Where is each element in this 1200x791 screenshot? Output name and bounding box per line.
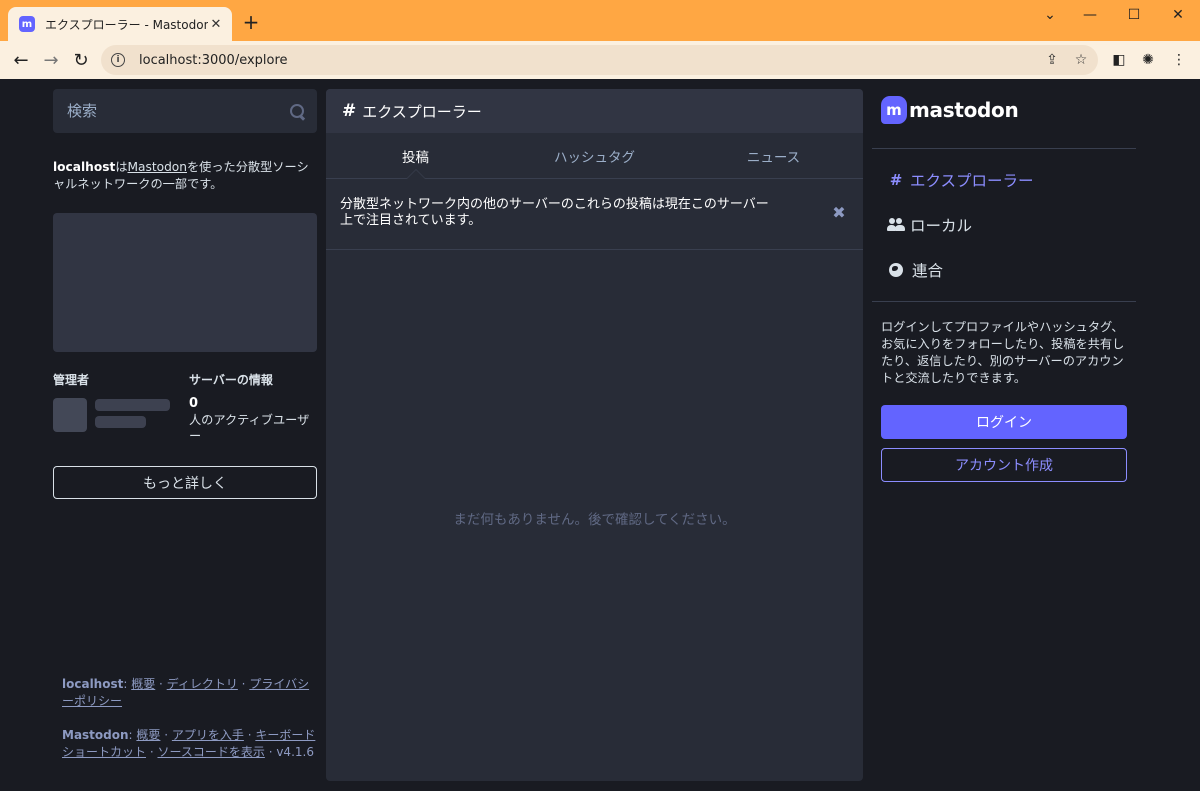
nav-federated[interactable]: 連合 <box>887 259 943 281</box>
mastodon-favicon-icon: m <box>19 16 35 32</box>
signup-prompt: ログインしてプロファイルやハッシュタグ、お気に入りをフォローしたり、投稿を共有し… <box>881 320 1125 385</box>
logo-text: mastodon <box>909 98 1019 122</box>
browser-tab-strip: m エクスプローラー - Mastodon ✕ + ⌄ — ☐ ✕ <box>0 0 1200 41</box>
new-tab-button[interactable]: + <box>240 11 262 33</box>
explore-tabs: 投稿 ハッシュタグ ニュース <box>326 133 863 179</box>
server-name: localhost <box>53 160 116 174</box>
users-icon <box>887 218 905 232</box>
server-about: localhostはMastodonを使った分散型ソーシャルネットワークの一部で… <box>53 159 319 193</box>
bookmark-star-icon[interactable]: ☆ <box>1072 52 1090 68</box>
admin-heading: 管理者 <box>53 373 90 387</box>
tab-posts[interactable]: 投稿 <box>326 133 505 179</box>
browser-menu-icon[interactable]: ⋮ <box>1170 51 1188 69</box>
mastodon-page: localhostはMastodonを使った分散型ソーシャルネットワークの一部で… <box>0 79 1200 791</box>
hash-icon: # <box>342 101 357 121</box>
footer-version: v4.1.6 <box>276 745 314 759</box>
dismiss-notice-icon[interactable]: ✖ <box>832 203 846 222</box>
notice-text: 分散型ネットワーク内の他のサーバーのこれらの投稿は現在このサーバー上で注目されて… <box>340 197 769 228</box>
search-box[interactable] <box>53 89 317 133</box>
globe-icon <box>889 263 903 277</box>
footer-source-link[interactable]: ソースコードを表示 <box>157 745 264 759</box>
address-bar[interactable]: i localhost:3000/explore ⇪ ☆ <box>101 45 1098 75</box>
browser-toolbar: ← → ↻ i localhost:3000/explore ⇪ ☆ ◧ ✺ ⋮ <box>0 41 1200 79</box>
forward-button[interactable]: → <box>40 49 62 71</box>
login-button[interactable]: ログイン <box>881 405 1127 439</box>
empty-message: まだ何もありません。後で確認してください。 <box>453 512 736 528</box>
mastodon-footer-links: Mastodon: 概要 · アプリを入手 · キーボードショートカット · ソ… <box>62 728 316 759</box>
nav-local-label: ローカル <box>910 217 973 235</box>
close-window-button[interactable]: ✕ <box>1156 4 1200 26</box>
search-input[interactable] <box>67 102 289 120</box>
footer-about-link[interactable]: 概要 <box>131 677 155 691</box>
nav-explore[interactable]: # エクスプローラー <box>887 169 1034 191</box>
hash-icon: # <box>889 171 903 189</box>
server-footer-links: localhost: 概要 · ディレクトリ · プライバシーポリシー <box>62 677 310 708</box>
back-button[interactable]: ← <box>10 49 32 71</box>
divider <box>872 148 1136 149</box>
server-info-heading: サーバーの情報 <box>189 373 273 387</box>
explore-column: # エクスプローラー 投稿 ハッシュタグ ニュース 分散型ネットワーク内の他のサ… <box>326 89 863 781</box>
close-tab-icon[interactable]: ✕ <box>208 16 224 32</box>
tab-title: エクスプローラー - Mastodon <box>45 17 208 32</box>
nav-explore-label: エクスプローラー <box>910 172 1034 190</box>
footer-get-app-link[interactable]: アプリを入手 <box>172 728 244 742</box>
trending-notice: 分散型ネットワーク内の他のサーバーのこれらの投稿は現在このサーバー上で注目されて… <box>326 179 863 250</box>
footer-mastodon-about-link[interactable]: 概要 <box>136 728 160 742</box>
admin-avatar[interactable] <box>53 398 87 432</box>
footer-mastodon-name: Mastodon <box>62 728 129 742</box>
nav-federated-label: 連合 <box>912 262 944 280</box>
minimize-button[interactable]: — <box>1068 4 1112 26</box>
column-title: エクスプローラー <box>362 102 482 121</box>
admin-name-skeleton <box>95 399 170 411</box>
column-header: # エクスプローラー <box>326 89 863 133</box>
maximize-button[interactable]: ☐ <box>1112 4 1156 26</box>
reload-button[interactable]: ↻ <box>70 49 92 71</box>
footer-server-name: localhost <box>62 677 124 691</box>
share-icon[interactable]: ⇪ <box>1043 52 1061 68</box>
mastodon-logo[interactable]: m mastodon <box>881 94 1019 126</box>
active-users-label: 人のアクティブユーザー <box>189 413 310 443</box>
divider <box>872 301 1136 302</box>
learn-more-button[interactable]: もっと詳しく <box>53 466 317 499</box>
tab-hashtags[interactable]: ハッシュタグ <box>505 133 684 178</box>
side-panel-icon[interactable]: ◧ <box>1110 51 1128 69</box>
url-text: localhost:3000/explore <box>139 52 288 68</box>
search-icon[interactable] <box>289 103 305 119</box>
extension-icon[interactable]: ✺ <box>1139 51 1157 69</box>
tab-search-chevron-icon[interactable]: ⌄ <box>1028 4 1072 26</box>
footer-directory-link[interactable]: ディレクトリ <box>167 677 238 691</box>
browser-tab[interactable]: m エクスプローラー - Mastodon ✕ <box>8 7 232 41</box>
tab-news[interactable]: ニュース <box>684 133 863 178</box>
mastodon-link[interactable]: Mastodon <box>128 160 188 174</box>
create-account-button[interactable]: アカウント作成 <box>881 448 1127 482</box>
admin-handle-skeleton <box>95 416 146 428</box>
about-particle: は <box>115 160 128 174</box>
active-users-count: 0 <box>189 396 199 411</box>
server-hero-image <box>53 213 317 352</box>
mastodon-logo-icon: m <box>881 96 907 124</box>
site-info-icon[interactable]: i <box>111 53 125 67</box>
nav-local[interactable]: ローカル <box>887 214 972 236</box>
